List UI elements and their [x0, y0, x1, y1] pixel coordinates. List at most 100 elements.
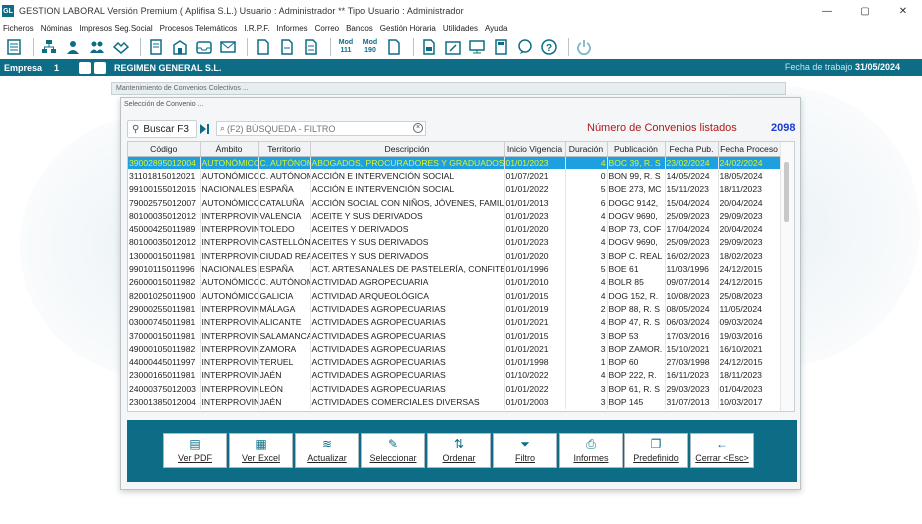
menu-correo[interactable]: Correo: [315, 24, 339, 33]
form-file-icon[interactable]: [301, 37, 321, 57]
close-button[interactable]: ✕: [884, 0, 922, 22]
search-input[interactable]: [227, 123, 408, 134]
question-icon[interactable]: ?: [539, 37, 559, 57]
column-header[interactable]: Fecha Pub.: [665, 142, 719, 157]
mod-111-button[interactable]: Mod 111: [336, 39, 356, 55]
table-cell: 2: [565, 302, 608, 316]
table-row[interactable]: 49000105011982INTERPROVINCIALZAMORAACTIV…: [128, 342, 781, 356]
calculator-grid-icon[interactable]: [4, 37, 24, 57]
table-row[interactable]: 79002575012007 AUTONÓMICO CATALUÑA ACCIÓN S…: [128, 195, 781, 210]
column-header[interactable]: Duración: [565, 142, 608, 157]
menu-ficheros[interactable]: Ficheros: [3, 24, 34, 33]
buscar-button[interactable]: ⚲ Buscar F3: [127, 120, 197, 138]
ver-pdf-button[interactable]: ▤ Ver PDF: [163, 433, 227, 468]
column-header[interactable]: Publicación: [607, 142, 666, 157]
table-cell: BOE 61: [607, 262, 666, 276]
table-cell: ACEITE Y SUS DERIVADOS: [310, 209, 505, 223]
table-row[interactable]: 44000445011997INTERPROVINCIALTERUELACTIV…: [128, 355, 781, 369]
table-row[interactable]: 24000375012003INTERPROVINCIALLEÓNACTIVID…: [128, 382, 781, 396]
table-cell: INTERPROVINCIAL: [200, 395, 259, 409]
report-file-icon[interactable]: [419, 37, 439, 57]
table-row[interactable]: 80100035012012INTERPROVINCIALVALENCIAACE…: [128, 209, 781, 223]
menu-bancos[interactable]: Bancos: [346, 24, 373, 33]
clear-search-icon[interactable]: ×: [413, 123, 423, 133]
building-icon[interactable]: [170, 37, 190, 57]
file-icon[interactable]: [277, 37, 297, 57]
table-row[interactable]: 23000165011981INTERPROVINCIALJAÉNACTIVID…: [128, 368, 781, 383]
table-cell: 3: [565, 382, 608, 396]
calculator-icon[interactable]: [491, 37, 511, 57]
search-field[interactable]: ⌕ ×: [216, 121, 426, 136]
vertical-scrollbar[interactable]: [780, 142, 794, 411]
cerrar-esc-button[interactable]: ← Cerrar <Esc>: [690, 433, 754, 468]
minimize-button[interactable]: —: [808, 0, 846, 22]
column-header[interactable]: Código: [128, 142, 201, 157]
column-header[interactable]: Fecha Proceso: [718, 142, 781, 157]
table-row[interactable]: 99100155012015 NACIONALES ESPAÑA ACCIÓN E I…: [128, 182, 781, 196]
scrollbar-thumb[interactable]: [784, 162, 789, 222]
table-row[interactable]: 39002895012004AUTONÓMICOC. AUTÓNOMAABOGA…: [128, 156, 781, 170]
seleccionar-button[interactable]: ✎ Seleccionar: [361, 433, 425, 468]
informes-button[interactable]: ⎙ Informes: [559, 433, 623, 468]
filtro-button[interactable]: ⏷ Filtro: [493, 433, 557, 468]
table-row[interactable]: 45000425011989INTERPROVINCIALTOLEDOACEIT…: [128, 222, 781, 236]
table-cell: 1: [565, 355, 608, 369]
column-header[interactable]: Ámbito: [200, 142, 259, 157]
tax-file-icon[interactable]: [384, 37, 404, 57]
table-cell: 24/12/2015: [718, 262, 781, 276]
calendar-edit-icon[interactable]: [443, 37, 463, 57]
column-header[interactable]: Territorio: [258, 142, 311, 157]
table-cell: 18/11/2023: [718, 182, 781, 196]
inbox-icon[interactable]: [194, 37, 214, 57]
actualizar-button[interactable]: ≋ Actualizar: [295, 433, 359, 468]
table-row[interactable]: 80100035012012INTERPROVINCIALCASTELLÓNAC…: [128, 235, 781, 250]
menu-procesos[interactable]: Procesos Telemáticos: [160, 24, 238, 33]
chat-help-icon[interactable]: [515, 37, 535, 57]
action-label: Filtro: [515, 453, 535, 463]
table-cell: ACTIVIDADES AGROPECUARIAS: [310, 382, 505, 396]
menu-informes[interactable]: Informes: [277, 24, 308, 33]
org-chart-icon[interactable]: [39, 37, 59, 57]
table-row[interactable]: 37000015011981INTERPROVINCIALSALAMANCAAC…: [128, 328, 781, 343]
empresa-select-icon[interactable]: [79, 61, 92, 74]
table-row[interactable]: 13000015011981INTERPROVINCIALCIUDAD REAL…: [128, 249, 781, 263]
ordenar-button[interactable]: ⇅ Ordenar: [427, 433, 491, 468]
table-row[interactable]: 26000015011982AUTONÓMICOC. AUTÓNOMAACTIV…: [128, 275, 781, 289]
play-icon[interactable]: [200, 124, 206, 134]
menu-gestion-horaria[interactable]: Gestión Horaria: [380, 24, 436, 33]
menu-utilidades[interactable]: Utilidades: [443, 24, 478, 33]
pdf-file-icon[interactable]: [253, 37, 273, 57]
mail-icon[interactable]: [218, 37, 238, 57]
table-row[interactable]: 99010115011996 NACIONALES ESPAÑA ACT. ARTES…: [128, 262, 781, 276]
column-header[interactable]: Inicio Vigencia: [504, 142, 566, 157]
table-cell: BOC 39, R. S: [607, 156, 666, 170]
table-cell: 01/01/2015: [504, 288, 566, 303]
worker-icon[interactable]: [63, 37, 83, 57]
table-cell: JAÉN: [258, 368, 311, 383]
empresa-folder-icon[interactable]: [94, 61, 107, 74]
menu-irpf[interactable]: I.R.P.F.: [244, 24, 269, 33]
table-row[interactable]: 82001025011900 AUTONÓMICO GALICIA ACTIVIDAD…: [128, 288, 781, 303]
menu-impresos[interactable]: Impresos Seg.Social: [79, 24, 152, 33]
mod-190-button[interactable]: Mod 190: [360, 39, 380, 55]
document-list-icon[interactable]: [146, 37, 166, 57]
menu-ayuda[interactable]: Ayuda: [485, 24, 508, 33]
ver-excel-button[interactable]: ▦ Ver Excel: [229, 433, 293, 468]
monitor-icon[interactable]: [467, 37, 487, 57]
table-cell: 13000015011981: [128, 249, 201, 263]
predefinido-button[interactable]: ❐ Predefinido: [624, 433, 688, 468]
table-row[interactable]: 03000745011981INTERPROVINCIALALICANTEACT…: [128, 315, 781, 329]
users-icon[interactable]: [87, 37, 107, 57]
column-header[interactable]: Descripción: [310, 142, 505, 157]
table-cell: 01/01/2019: [504, 302, 566, 316]
maximize-button[interactable]: ▢: [846, 0, 884, 22]
table-cell: 31/07/2013: [665, 395, 719, 409]
table-row[interactable]: 31101815012021AUTONÓMICOC. AUTÓNOMAACCIÓ…: [128, 169, 781, 183]
table-row[interactable]: 29000255011981INTERPROVINCIALMÁLAGAACTIV…: [128, 302, 781, 316]
table-cell: 01/01/2020: [504, 249, 566, 263]
menu-nominas[interactable]: Nóminas: [41, 24, 73, 33]
handshake-icon[interactable]: [111, 37, 131, 57]
table-cell: ACTIVIDADES AGROPECUARIAS: [310, 355, 505, 369]
table-row[interactable]: 23001385012004INTERPROVINCIALJAÉNACTIVID…: [128, 395, 781, 409]
power-icon[interactable]: [574, 37, 594, 57]
